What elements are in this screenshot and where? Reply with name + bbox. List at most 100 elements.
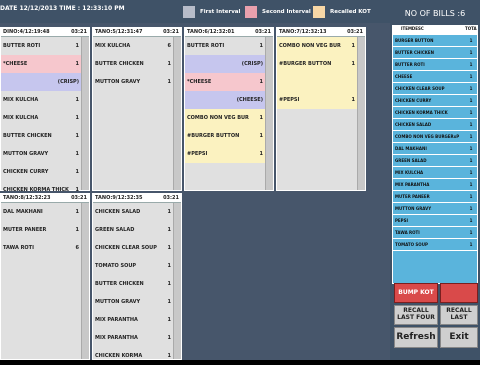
item-name: GREEN SALAD — [395, 158, 427, 163]
kot-item[interactable]: CHICKEN SALAD 1 — [93, 203, 173, 221]
item-name: MIX KULCHA — [395, 170, 424, 175]
kot-item[interactable]: MUTER PANEER 1 — [1, 221, 81, 239]
kot-item[interactable]: MUTTON GRAVY 1 — [1, 145, 81, 163]
refresh-button[interactable]: Refresh — [394, 327, 438, 348]
kot-item-modifier[interactable]: (CRISP) — [185, 55, 265, 73]
kot-card[interactable]: DINO:4/12:19:48 03:21 BUTTER ROTI 1 *CHEES… — [0, 27, 90, 193]
item-total: 1 — [469, 122, 473, 127]
item-name: BUTTER ROTI — [395, 62, 425, 67]
recall-last-button[interactable]: RECALL LAST — [440, 305, 478, 325]
kot-item[interactable]: #BURGER BUTTON 1 — [185, 127, 265, 145]
kot-card[interactable]: TANO:6/12:32:01 03:21 BUTTER ROTI 1 (CRISP… — [184, 27, 274, 191]
date-time: DATE 12/12/2013 TIME : 12:33:10 PM — [0, 5, 125, 12]
kot-item[interactable]: BUTTER CHICKEN 1 — [93, 55, 173, 73]
kot-item[interactable]: COMBO NON VEG BUR 1 — [277, 37, 357, 55]
kot-item[interactable]: *CHEESE 1 — [1, 55, 81, 73]
kot-item[interactable]: BUTTER ROTI 1 — [1, 37, 81, 55]
legend-swatch — [245, 6, 257, 18]
table-row[interactable]: PEPSI 1 — [393, 215, 477, 227]
legend-label: Second Interval — [262, 9, 311, 15]
table-row[interactable]: CHICKEN KORMA THICK 1 — [393, 107, 477, 119]
table-row[interactable]: BURGER BUTTON 1 — [393, 35, 477, 47]
bump-kot-button[interactable]: BUMP KOT — [394, 283, 438, 303]
kot-items: BUTTER ROTI 1 *CHEESE 1 (CRISP) MIX KULCHA… — [1, 37, 81, 193]
item-total: 1 — [469, 242, 473, 247]
item-name: CHICKEN KORMA THICK — [395, 110, 448, 115]
kot-item[interactable]: CHICKEN CLEAR SOUP 1 — [93, 239, 173, 257]
table-row[interactable]: GREEN SALAD 1 — [393, 155, 477, 167]
table-row[interactable]: MUTTON GRAVY 1 — [393, 203, 477, 215]
item-name: BURGER BUTTON — [395, 38, 434, 43]
kot-item[interactable]: MUTTON GRAVY 1 — [93, 293, 173, 311]
kot-recalled-block: COMBO NON VEG BUR 1 #BURGER BUTTON 1 #PEPS… — [277, 37, 357, 109]
table-row[interactable]: CHICKEN CURRY 1 — [393, 95, 477, 107]
table-row[interactable]: MIX KULCHA 1 — [393, 167, 477, 179]
kot-item-modifier[interactable]: (CRISP) — [1, 73, 81, 91]
kot-item[interactable]: *CHEESE 1 — [185, 73, 265, 91]
table-row[interactable]: BUTTER ROTI 1 — [393, 59, 477, 71]
legend-label: First Interval — [200, 9, 241, 15]
kot-scrollbar[interactable] — [81, 203, 89, 359]
table-row[interactable]: MUTER PANEER 1 — [393, 191, 477, 203]
table-row[interactable]: TAWA ROTI 1 — [393, 227, 477, 239]
item-name: MIX PARANTHA — [395, 182, 430, 187]
kot-scrollbar[interactable] — [173, 203, 181, 359]
kot-item[interactable]: CHICKEN KORMA 1 — [93, 347, 173, 365]
kot-item[interactable]: TOMATO SOUP 1 — [93, 257, 173, 275]
kot-item[interactable]: MIX KULCHA 1 — [1, 109, 81, 127]
legend-swatch — [313, 6, 325, 18]
kot-scrollbar[interactable] — [357, 37, 365, 190]
table-row[interactable]: DAL MAKHANI 1 — [393, 143, 477, 155]
table-row[interactable]: CHEESE 1 — [393, 71, 477, 83]
item-total: 1 — [469, 194, 473, 199]
kot-item[interactable]: MIX KULCHA 1 — [1, 91, 81, 109]
table-row[interactable]: TOMATO SOUP 1 — [393, 239, 477, 251]
kot-item[interactable]: #PEPSI 1 — [185, 145, 265, 163]
kot-item[interactable]: DAL MAKHANI 1 — [1, 203, 81, 221]
table-row[interactable]: CHICKEN CLEAR SOUP 1 — [393, 83, 477, 95]
kot-header: DINO:4/12:19:48 03:21 — [1, 28, 89, 37]
kot-item[interactable]: GREEN SALAD 1 — [93, 221, 173, 239]
table-row[interactable]: BUTTER CHICKEN 1 — [393, 47, 477, 59]
recall-last-four-button[interactable]: RECALL LAST FOUR — [394, 305, 438, 325]
kot-item[interactable] — [277, 73, 357, 91]
kot-items: MIX KULCHA 6 BUTTER CHICKEN 1 MUTTON GRAVY… — [93, 37, 173, 190]
kot-scrollbar[interactable] — [81, 37, 89, 190]
item-name: DAL MAKHANI — [395, 146, 427, 151]
table-row[interactable]: CHICKEN SALAD 1 — [393, 119, 477, 131]
kot-item[interactable]: BUTTER CHICKEN 1 — [1, 127, 81, 145]
item-total: 1 — [469, 134, 473, 139]
item-total: 1 — [469, 38, 473, 43]
kot-item[interactable]: CHICKEN CURRY 1 — [1, 163, 81, 181]
kot-item[interactable]: #PEPSI 1 — [277, 91, 357, 109]
kot-item[interactable]: MIX PARANTHA 1 — [93, 329, 173, 347]
kot-card[interactable]: TANO:5/12:31:47 03:21 MIX KULCHA 6 BUTTER … — [92, 27, 182, 191]
kot-card[interactable]: TANO:8/12:32:23 03:21 DAL MAKHANI 1 MUTER … — [0, 193, 90, 360]
item-total: 1 — [469, 158, 473, 163]
kot-scrollbar[interactable] — [265, 37, 273, 190]
table-row[interactable]: MIX PARANTHA 1 — [393, 179, 477, 191]
kot-item[interactable]: COMBO NON VEG BUR 1 — [185, 109, 265, 127]
kot-item[interactable]: MUTTON GRAVY 1 — [93, 73, 173, 91]
legend-first-interval: First Interval — [183, 6, 240, 18]
kot-item[interactable]: BUTTER CHICKEN 1 — [93, 275, 173, 293]
exit-button[interactable]: Exit — [440, 327, 478, 348]
item-summary-table: ITEMDESC TOTAL BURGER BUTTON 1 BUTTER CHIC… — [392, 25, 478, 284]
kot-item[interactable]: #BURGER BUTTON 1 — [277, 55, 357, 73]
kot-items: DAL MAKHANI 1 MUTER PANEER 1 TAWA ROTI 6 — [1, 203, 81, 359]
table-header: ITEMDESC TOTAL — [393, 26, 477, 35]
table-row[interactable]: COMBO NON VEG BURGERxP 1 — [393, 131, 477, 143]
kot-item[interactable]: MIX PARANTHA 1 — [93, 311, 173, 329]
kot-item[interactable]: BUTTER ROTI 1 — [185, 37, 265, 55]
item-name: COMBO NON VEG BURGERxP — [395, 134, 460, 139]
kot-items: BUTTER ROTI 1 (CRISP) *CHEESE 1 (CHEESE) C… — [185, 37, 265, 190]
kot-card[interactable]: TANO:7/12:32:13 03:21 COMBO NON VEG BUR 1 … — [276, 27, 366, 191]
kot-item-modifier[interactable]: (CHEESE) — [185, 91, 265, 109]
kot-card[interactable]: TANO:9/12:32:35 03:21 CHICKEN SALAD 1 GREE… — [92, 193, 182, 360]
item-name: CHICKEN CURRY — [395, 98, 432, 103]
bump-blank-button[interactable] — [440, 283, 478, 303]
kot-item[interactable]: MIX KULCHA 6 — [93, 37, 173, 55]
kot-scrollbar[interactable] — [173, 37, 181, 190]
kot-item[interactable]: TAWA ROTI 6 — [1, 239, 81, 257]
legend-swatch — [183, 6, 195, 18]
